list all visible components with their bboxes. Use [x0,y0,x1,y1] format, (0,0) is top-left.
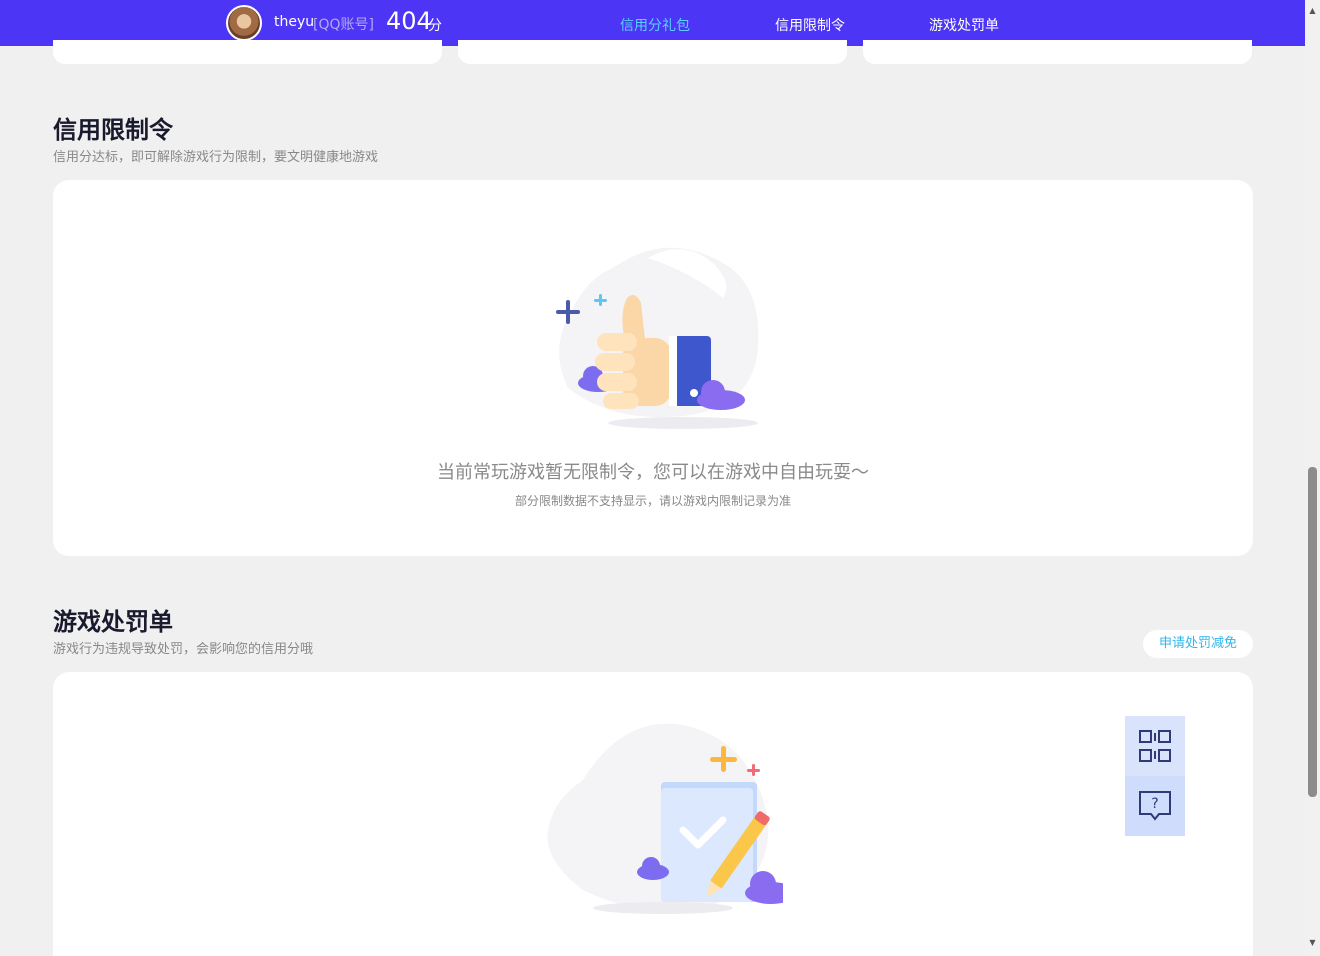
restriction-section-subtitle: 信用分达标，即可解除游戏行为限制，要文明健康地游戏 [53,150,379,165]
restriction-empty-message: 当前常玩游戏暂无限制令，您可以在游戏中自由玩耍～ [437,462,869,483]
gift-card[interactable] [53,40,442,64]
tab-game-penalty[interactable]: 游戏处罚单 [929,15,999,35]
document-check-illustration [547,723,783,914]
help-button[interactable]: ? [1125,776,1185,836]
avatar[interactable] [226,5,262,41]
penalty-section-subtitle: 游戏行为违规导致处罚，会影响您的信用分哦 [53,642,314,657]
scrollbar-thumb[interactable] [1308,467,1317,797]
credit-score: 404 [386,7,432,35]
penalty-card [53,672,1253,956]
gift-card[interactable] [458,40,847,64]
gift-card[interactable] [863,40,1252,64]
scroll-up-arrow[interactable]: ▲ [1307,6,1318,16]
restriction-empty-note: 部分限制数据不支持显示，请以游戏内限制记录为准 [514,494,791,508]
thumbs-up-illustration [556,247,759,429]
help-chat-icon: ? [1139,791,1171,821]
apply-penalty-reduction-button[interactable]: 申请处罚减免 [1143,630,1253,658]
tab-credit-restriction[interactable]: 信用限制令 [775,15,845,35]
restriction-card: 当前常玩游戏暂无限制令，您可以在游戏中自由玩耍～ 部分限制数据不支持显示，请以游… [53,180,1253,556]
tab-credit-gift[interactable]: 信用分礼包 [620,15,690,35]
qrcode-icon [1139,730,1171,762]
username: theyu [274,14,315,30]
scroll-down-arrow[interactable]: ▼ [1307,938,1318,948]
account-type-label: [QQ账号] [313,17,374,33]
restriction-section-title: 信用限制令 [53,116,173,144]
penalty-section-title: 游戏处罚单 [53,608,173,636]
credit-score-unit: 分 [428,18,442,34]
qrcode-button[interactable] [1125,716,1185,776]
svg-text:?: ? [1151,796,1158,812]
